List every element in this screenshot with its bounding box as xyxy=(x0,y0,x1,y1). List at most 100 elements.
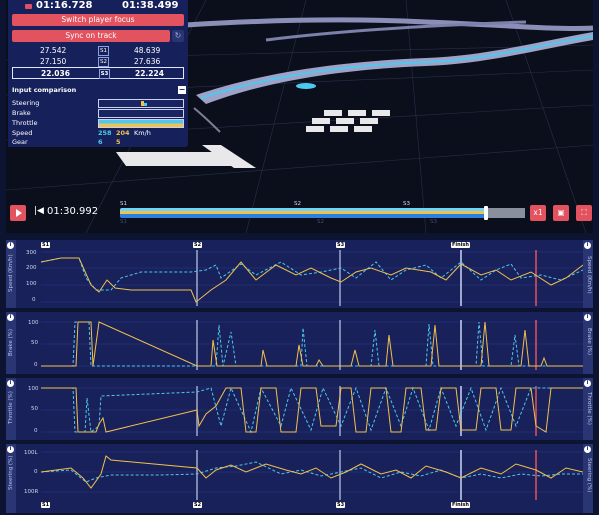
steering-plot xyxy=(41,450,583,500)
speed-unit: Km/h xyxy=(134,129,151,137)
info-icon[interactable]: i xyxy=(7,242,14,249)
fullscreen-icon[interactable]: ⛶ xyxy=(576,205,592,221)
steering-tick: 100L xyxy=(24,450,38,456)
player2-sector-time: 22.224 xyxy=(135,69,164,78)
player1-sector-time: 27.150 xyxy=(40,57,67,66)
timeline-label-s2-p2: S2 xyxy=(317,219,324,225)
speed-tick: 100 xyxy=(26,281,37,287)
steering-tick: 100R xyxy=(24,489,39,495)
brake-ylabel: Brake (%) xyxy=(8,328,14,356)
current-time: 01:30.992 xyxy=(47,206,99,217)
sector-marker-s3-bottom: S3 xyxy=(336,502,346,508)
throttle-chart: i i Throttle (%) Throttle (%) 100 50 0 xyxy=(6,378,593,440)
info-icon[interactable]: i xyxy=(7,314,14,321)
steering-chart: i i Steering (%) Steering (%) 100L 0 100… xyxy=(6,444,593,513)
brake-chart: i i Brake (%) Brake (%) 100 50 0 xyxy=(6,312,593,374)
info-icon[interactable]: i xyxy=(584,314,591,321)
throttle-tick: 100 xyxy=(28,386,39,392)
brake-tick: 50 xyxy=(31,340,38,346)
throttle-ylabel: Throttle (%) xyxy=(8,391,14,424)
lap-comparison-panel: 01:16.728 01:38.499 Switch player focus … xyxy=(8,0,188,147)
timeline-label-s3-p2: S3 xyxy=(430,219,437,225)
brake-ylabel-right: Brake (%) xyxy=(586,328,592,356)
sector-row: 27.150 S2 27.636 xyxy=(12,56,184,67)
sector-marker-s2: S2 xyxy=(193,242,203,248)
throttle-tick: 0 xyxy=(34,428,38,434)
timeline-label-s1: S1 xyxy=(120,201,127,207)
speed-label: Speed xyxy=(12,129,33,137)
timeline-label-s1-p2: S1 xyxy=(120,219,127,225)
speed-ylabel-right: Speed (Km/h) xyxy=(586,256,592,294)
timeline-handle[interactable] xyxy=(484,206,488,220)
info-icon[interactable]: i xyxy=(7,446,14,453)
timeline-label-s3: S3 xyxy=(403,201,410,207)
lap-times: 01:16.728 01:38.499 xyxy=(8,0,188,12)
player1-sector-time: 22.036 xyxy=(41,69,70,78)
steering-ylabel: Steering (%) xyxy=(8,455,14,490)
throttle-ylabel-right: Throttle (%) xyxy=(586,392,592,425)
collapse-icon[interactable]: − xyxy=(178,86,186,94)
sector-badge: S1 xyxy=(98,46,109,56)
steering-label: Steering xyxy=(12,99,40,107)
speed-ylabel: Speed (Km/h) xyxy=(8,254,14,292)
timeline-remaining xyxy=(487,208,525,218)
sync-on-track-button[interactable]: Sync on track xyxy=(12,30,170,42)
player2-gear: 5 xyxy=(116,138,121,146)
sector-row-current: 22.036 S3 22.224 xyxy=(12,67,184,79)
throttle-row: Throttle xyxy=(12,119,188,128)
gear-row: Gear 6 5 xyxy=(12,138,188,146)
info-icon[interactable]: i xyxy=(7,380,14,387)
steering-ylabel-right: Steering (%) xyxy=(586,458,592,493)
brake-bar xyxy=(98,109,184,118)
camera-icon[interactable]: ▣ xyxy=(553,205,569,221)
player1-lap-time: 01:16.728 xyxy=(36,0,93,11)
sector-badge: S2 xyxy=(98,57,109,67)
gear-label: Gear xyxy=(12,138,28,146)
player2-speed: 204 xyxy=(116,129,130,137)
steering-tick: 0 xyxy=(34,469,38,475)
switch-player-focus-button[interactable]: Switch player focus xyxy=(12,14,184,26)
speed-tick: 300 xyxy=(26,250,37,256)
speed-plot xyxy=(41,250,583,306)
sector-times-table: 27.542 S1 48.639 27.150 S2 27.636 22.036… xyxy=(12,45,184,79)
brake-tick: 100 xyxy=(28,320,39,326)
player2-sector-time: 48.639 xyxy=(134,46,161,55)
speed-chart: i i Speed (Km/h) Speed (Km/h) 300 200 10… xyxy=(6,240,593,308)
brake-tick: 0 xyxy=(34,362,38,368)
throttle-bar xyxy=(98,119,184,128)
player2-sector-time: 27.636 xyxy=(134,57,161,66)
playback-speed-button[interactable]: x1 xyxy=(530,205,546,221)
player1-speed: 258 xyxy=(98,129,112,137)
info-icon[interactable]: i xyxy=(584,446,591,453)
sector-marker-finish-bottom: Finish xyxy=(451,502,470,508)
sector-marker-s1-bottom: S1 xyxy=(41,502,51,508)
flag-icon xyxy=(25,4,32,9)
info-icon[interactable]: i xyxy=(584,242,591,249)
sector-marker-s3: S3 xyxy=(336,242,346,248)
timeline-scrubber[interactable] xyxy=(120,206,525,220)
play-button[interactable] xyxy=(10,205,26,221)
steering-row: Steering xyxy=(12,99,188,108)
info-icon[interactable]: i xyxy=(584,380,591,387)
player2-lap-time: 01:38.499 xyxy=(122,0,179,11)
sector-marker-s2-bottom: S2 xyxy=(193,502,203,508)
brake-label: Brake xyxy=(12,109,31,117)
player1-sector-time: 27.542 xyxy=(40,46,67,55)
speed-tick: 200 xyxy=(26,265,37,271)
throttle-label: Throttle xyxy=(12,119,38,127)
input-comparison-header: Input comparison − xyxy=(12,86,188,96)
sector-row: 27.542 S1 48.639 xyxy=(12,45,184,56)
input-comparison-title: Input comparison xyxy=(12,86,77,94)
player1-gear: 6 xyxy=(98,138,103,146)
speed-row: Speed 258 204 Km/h xyxy=(12,129,188,137)
brake-plot xyxy=(41,320,583,370)
refresh-icon[interactable]: ↻ xyxy=(172,30,184,42)
sector-marker-finish: Finish xyxy=(451,242,470,248)
timeline-label-s2: S2 xyxy=(294,201,301,207)
sector-badge: S3 xyxy=(99,69,110,79)
sector-marker-s1: S1 xyxy=(41,242,51,248)
throttle-tick: 50 xyxy=(31,406,38,412)
skip-back-icon[interactable]: |◀ xyxy=(34,206,44,216)
steering-bar xyxy=(98,99,184,108)
speed-tick: 0 xyxy=(32,297,36,303)
